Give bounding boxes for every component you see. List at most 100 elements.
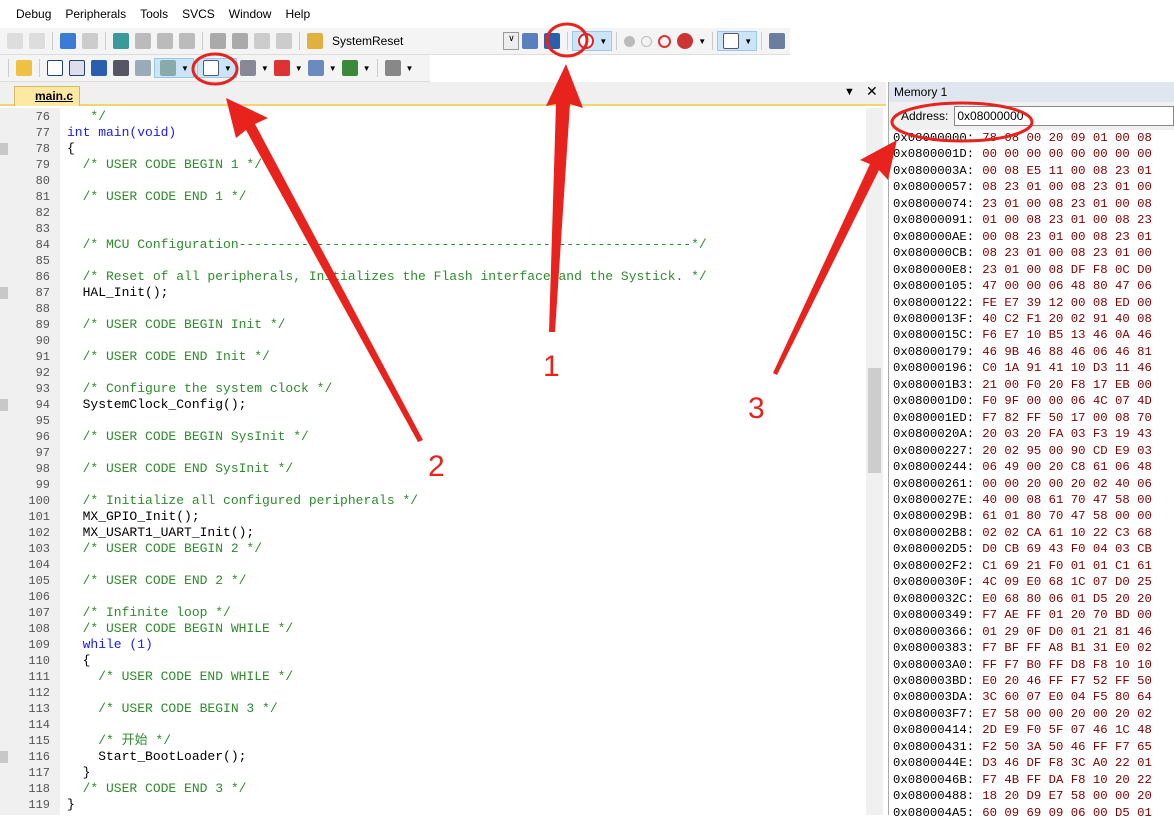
enable-breakpoint-icon[interactable] <box>641 35 653 47</box>
line-number: 89 <box>35 318 50 332</box>
undo-icon[interactable] <box>7 33 23 49</box>
address-input[interactable] <box>954 106 1174 126</box>
configure-wrench-icon[interactable] <box>769 33 786 49</box>
next-bookmark-icon[interactable] <box>157 33 173 49</box>
memory-address: 0x08000179: <box>893 344 975 359</box>
start-debug-button[interactable]: ▼ <box>572 31 613 51</box>
editor-scrollbar[interactable] <box>866 108 883 815</box>
menu-debug[interactable]: Debug <box>16 7 51 21</box>
analysis-windows-icon[interactable] <box>273 60 290 76</box>
code-line: 86 /* Reset of all peripherals, Initiali… <box>0 269 866 285</box>
line-number: 108 <box>28 622 50 636</box>
menu-tools[interactable]: Tools <box>140 7 168 21</box>
memory-row: 0x08000000: 78 08 00 20 09 01 00 08 <box>893 130 1174 146</box>
reset-target-label[interactable]: SystemReset <box>332 34 403 48</box>
line-number: 100 <box>28 494 50 508</box>
code-text: /* USER CODE BEGIN 2 */ <box>67 541 263 556</box>
system-viewer-icon[interactable] <box>341 60 358 76</box>
line-number: 115 <box>28 734 50 748</box>
nav-back-icon[interactable] <box>60 33 76 49</box>
memory-address: 0x08000074: <box>893 196 975 211</box>
call-stack-window-icon[interactable] <box>135 60 151 76</box>
code-text: } <box>67 797 75 812</box>
code-text: while (1) <box>67 637 153 652</box>
reset-dropdown[interactable]: ∨ <box>503 32 520 50</box>
symbols-window-icon[interactable] <box>91 60 107 76</box>
memory-address: 0x08000227: <box>893 443 975 458</box>
memory-bytes: F7 AE FF 01 20 70 BD 00 <box>982 608 1152 623</box>
find-icon[interactable] <box>522 33 539 49</box>
code-line: 118 /* USER CODE END 3 */ <box>0 781 866 797</box>
memory-row: 0x08000105: 47 00 00 06 48 80 47 06 <box>893 278 1174 294</box>
memory-row: 0x08000261: 00 00 20 00 20 02 40 06 <box>893 476 1174 492</box>
command-window-icon[interactable] <box>47 60 63 76</box>
indent-icon[interactable] <box>210 33 226 49</box>
serial-windows-icon[interactable] <box>239 60 256 76</box>
memory-address: 0x08000414: <box>893 723 975 738</box>
line-number: 85 <box>35 254 50 268</box>
line-number: 113 <box>28 702 50 716</box>
separator <box>376 59 378 77</box>
trace-windows-icon[interactable] <box>307 60 324 76</box>
tab-main-c[interactable]: main.c <box>14 86 80 106</box>
memory-bytes: 20 02 95 00 90 CD E9 03 <box>982 443 1152 458</box>
code-line: 109 while (1) <box>0 637 866 653</box>
memory-windows-button[interactable]: ▼ <box>196 58 237 78</box>
show-next-statement-icon[interactable] <box>16 60 32 76</box>
tab-list-icon[interactable]: ▼ <box>844 86 855 98</box>
line-number: 82 <box>35 206 50 220</box>
code-text: } <box>67 765 91 780</box>
code-text: { <box>67 653 91 668</box>
nav-forward-icon[interactable] <box>82 33 98 49</box>
memory-dump[interactable]: 0x08000000: 78 08 00 20 09 01 00 08 0x0800… <box>889 130 1174 821</box>
clear-bookmarks-icon[interactable] <box>179 33 195 49</box>
unindent-icon[interactable] <box>232 33 248 49</box>
line-number: 81 <box>35 190 50 204</box>
prev-bookmark-icon[interactable] <box>135 33 151 49</box>
memory-address: 0x08000000: <box>893 131 975 145</box>
reset-icon[interactable] <box>307 33 323 49</box>
memory-bytes: 40 C2 F1 20 02 91 40 08 <box>982 311 1152 326</box>
tab-label: main.c <box>35 89 74 103</box>
menu-svcs[interactable]: SVCS <box>182 7 215 21</box>
breakpoint-icon[interactable] <box>624 35 636 47</box>
disassembly-window-icon[interactable] <box>69 60 85 76</box>
code-line: 92 <box>0 365 866 381</box>
line-number: 80 <box>35 174 50 188</box>
uncomment-icon[interactable] <box>276 33 292 49</box>
memory-address: 0x0800020A: <box>893 427 975 442</box>
redo-icon[interactable] <box>29 33 45 49</box>
memory-address: 0x0800030F: <box>893 575 975 590</box>
scrollbar-thumb[interactable] <box>868 368 881 473</box>
memory-row: 0x080004A5: 60 09 69 09 06 00 D5 01 <box>893 805 1174 821</box>
separator <box>761 32 763 50</box>
window-layout-button[interactable]: ▼ <box>717 31 758 51</box>
close-icon[interactable]: ✕ <box>866 83 878 100</box>
code-line: 104 <box>0 557 866 573</box>
code-line: 114 <box>0 717 866 733</box>
memory-address: 0x08000383: <box>893 641 975 656</box>
registers-window-icon[interactable] <box>113 60 129 76</box>
code-text: */ <box>67 109 107 124</box>
code-line: 94 SystemClock_Config(); <box>0 397 866 413</box>
separator <box>52 32 53 50</box>
memory-row: 0x080001B3: 21 00 F0 20 F8 17 EB 00 <box>893 377 1174 393</box>
menu-window[interactable]: Window <box>229 7 272 21</box>
comment-icon[interactable] <box>254 33 270 49</box>
memory-bytes: F7 4B FF DA F8 10 20 22 <box>982 772 1152 787</box>
kill-breakpoints-icon[interactable] <box>677 33 694 49</box>
memory-bytes: 08 23 01 00 08 23 01 00 <box>982 246 1152 261</box>
line-number: 86 <box>35 270 50 284</box>
memory-address: 0x080002D5: <box>893 542 975 557</box>
memory-row: 0x08000414: 2D E9 F0 5F 07 46 1C 48 <box>893 722 1174 738</box>
code-text: /* USER CODE BEGIN WHILE */ <box>67 621 294 636</box>
disable-breakpoints-icon[interactable] <box>658 34 672 48</box>
find-in-files-icon[interactable] <box>544 33 561 49</box>
menu-peripherals[interactable]: Peripherals <box>65 7 126 21</box>
bookmark-icon[interactable] <box>113 33 129 49</box>
menu-help[interactable]: Help <box>285 7 310 21</box>
toolbox-icon[interactable] <box>384 60 401 76</box>
code-line: 101 MX_GPIO_Init(); <box>0 509 866 525</box>
code-text: /* Reset of all peripherals, Initializes… <box>67 269 707 284</box>
watch-windows-button[interactable]: ▼ <box>154 58 194 78</box>
